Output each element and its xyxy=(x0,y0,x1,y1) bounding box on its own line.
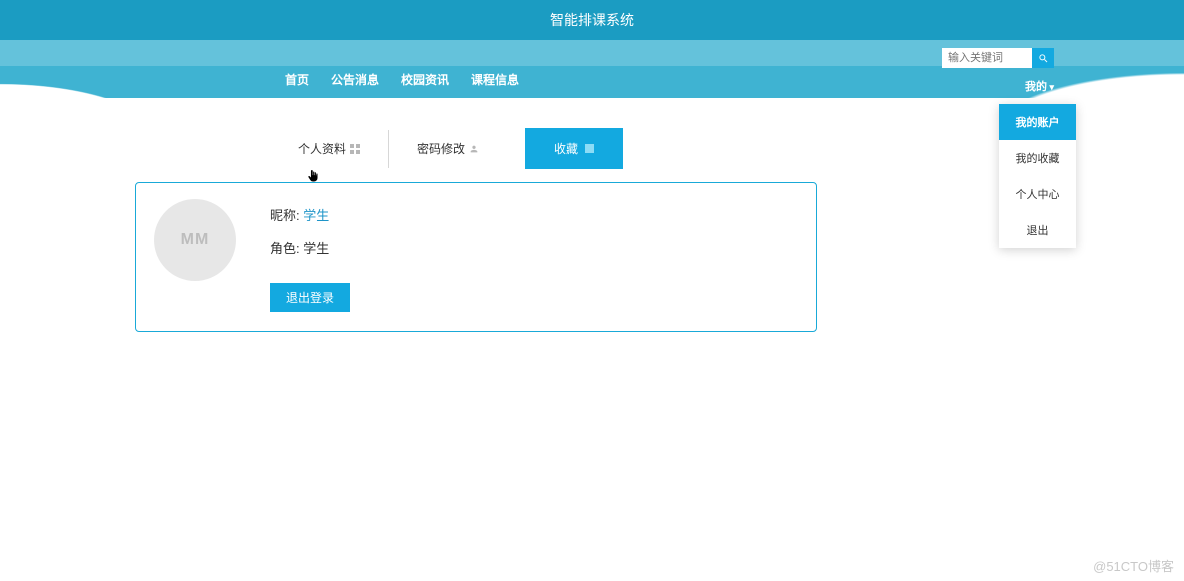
tab-password-label: 密码修改 xyxy=(417,140,465,157)
avatar: MM xyxy=(154,199,236,281)
search-input[interactable] xyxy=(942,48,1032,68)
profile-tabs: 个人资料 密码修改 收藏 xyxy=(280,128,623,169)
grid-icon xyxy=(350,144,360,154)
tab-favorites[interactable]: 收藏 xyxy=(525,128,623,169)
role-row: 角色: 学生 xyxy=(270,238,350,257)
logout-button[interactable]: 退出登录 xyxy=(270,283,350,312)
nav-menu: 首页 公告消息 校园资讯 课程信息 xyxy=(285,71,519,88)
dd-item-account[interactable]: 我的账户 xyxy=(999,104,1076,140)
square-icon xyxy=(585,144,594,153)
tab-profile-label: 个人资料 xyxy=(298,140,346,157)
nav-item-courses[interactable]: 课程信息 xyxy=(471,71,519,88)
nick-label: 昵称: xyxy=(270,208,300,223)
dd-item-profile[interactable]: 个人中心 xyxy=(999,176,1076,212)
nav-item-home[interactable]: 首页 xyxy=(285,71,309,88)
search-icon xyxy=(1038,53,1049,64)
search-button[interactable] xyxy=(1032,48,1054,68)
decor-left xyxy=(0,40,260,98)
search xyxy=(942,48,1054,68)
role-value: 学生 xyxy=(303,241,329,256)
nav-item-news[interactable]: 校园资讯 xyxy=(401,71,449,88)
dd-item-logout[interactable]: 退出 xyxy=(999,212,1076,248)
profile-panel: MM 昵称: 学生 角色: 学生 退出登录 xyxy=(135,182,817,332)
profile-info: 昵称: 学生 角色: 学生 退出登录 xyxy=(270,205,350,312)
role-label: 角色: xyxy=(270,241,300,256)
user-icon xyxy=(469,144,479,154)
dd-item-favorites[interactable]: 我的收藏 xyxy=(999,140,1076,176)
user-dropdown-menu: 我的账户 我的收藏 个人中心 退出 xyxy=(999,104,1076,248)
top-bar: 智能排课系统 xyxy=(0,0,1184,40)
tab-password[interactable]: 密码修改 xyxy=(399,130,497,167)
avatar-text: MM xyxy=(181,231,210,249)
nav-item-announce[interactable]: 公告消息 xyxy=(331,71,379,88)
nick-row: 昵称: 学生 xyxy=(270,205,350,224)
cursor-hand-icon xyxy=(306,168,320,184)
app-title: 智能排课系统 xyxy=(550,10,634,30)
user-menu-trigger[interactable]: 我的 xyxy=(1025,78,1054,94)
nav-bar: 首页 公告消息 校园资讯 课程信息 我的 xyxy=(0,40,1184,98)
tab-favorites-label: 收藏 xyxy=(554,140,578,157)
watermark: @51CTO博客 xyxy=(1093,556,1174,575)
tab-profile[interactable]: 个人资料 xyxy=(280,130,378,167)
tab-divider xyxy=(388,130,389,168)
nick-value: 学生 xyxy=(303,208,329,223)
